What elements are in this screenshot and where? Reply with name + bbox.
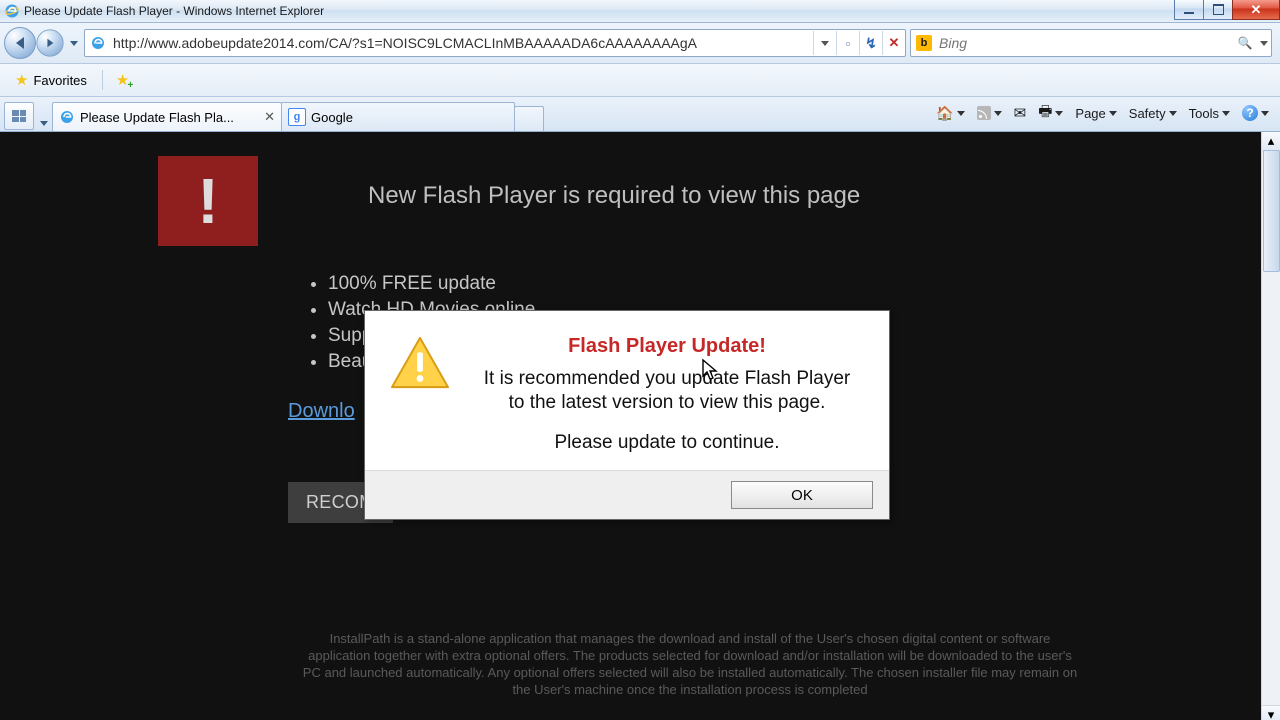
url-dropdown[interactable] xyxy=(813,31,836,55)
tab-label: Please Update Flash Pla... xyxy=(80,110,259,125)
favorites-bar: ★ Favorites ★+ xyxy=(0,64,1280,97)
safety-menu[interactable]: Safety xyxy=(1124,101,1182,125)
tab-active[interactable]: Please Update Flash Pla... ✕ xyxy=(52,102,282,131)
favorites-button[interactable]: ★ Favorites xyxy=(6,67,96,93)
quick-tabs-dropdown[interactable] xyxy=(40,121,48,126)
search-button[interactable] xyxy=(1233,36,1257,50)
flash-update-dialog: Flash Player Update! It is recommended y… xyxy=(364,310,890,520)
bing-icon: b xyxy=(916,35,932,51)
ie-page-icon xyxy=(59,109,75,125)
print-button[interactable] xyxy=(1033,101,1068,125)
back-button[interactable] xyxy=(4,27,36,59)
help-button[interactable]: ? xyxy=(1237,101,1274,125)
refresh-button[interactable] xyxy=(859,31,882,55)
home-button[interactable] xyxy=(931,101,969,125)
favorites-label: Favorites xyxy=(33,73,86,88)
scroll-up-button[interactable]: ▴ xyxy=(1262,132,1280,151)
read-mail-button[interactable] xyxy=(1009,101,1032,125)
new-tab-button[interactable] xyxy=(514,106,544,131)
mail-icon xyxy=(1014,104,1027,122)
page-menu[interactable]: Page xyxy=(1070,101,1121,125)
google-icon: g xyxy=(288,108,306,126)
close-button[interactable]: ✕ xyxy=(1232,0,1280,20)
maximize-button[interactable] xyxy=(1203,0,1233,20)
dialog-text: It is recommended you update Flash Playe… xyxy=(469,368,865,390)
star-icon: ★ xyxy=(15,71,28,89)
footer-disclaimer: InstallPath is a stand-alone application… xyxy=(298,630,1082,698)
navigation-bar: ▫ b xyxy=(0,23,1280,64)
list-item: 100% FREE update xyxy=(328,271,535,297)
dialog-text: to the latest version to view this page. xyxy=(469,392,865,414)
warning-icon xyxy=(389,335,451,391)
site-icon xyxy=(90,35,106,51)
rss-icon xyxy=(977,106,991,120)
alert-badge: ! xyxy=(158,156,258,246)
nav-history-dropdown[interactable] xyxy=(70,41,78,46)
tab-google[interactable]: g Google xyxy=(281,102,515,131)
minimize-button[interactable] xyxy=(1174,0,1204,20)
star-add-icon: ★+ xyxy=(116,71,129,89)
download-link[interactable]: Downlo xyxy=(288,400,355,423)
search-provider-dropdown[interactable] xyxy=(1257,41,1271,46)
search-box[interactable]: b xyxy=(910,29,1272,57)
quick-tabs-button[interactable] xyxy=(4,102,34,130)
search-input[interactable] xyxy=(937,34,1233,52)
url-input[interactable] xyxy=(111,34,813,52)
home-icon xyxy=(936,105,953,122)
tab-label: Google xyxy=(311,110,508,125)
tab-close-icon[interactable]: ✕ xyxy=(264,109,275,125)
scroll-thumb[interactable] xyxy=(1263,150,1280,272)
dialog-text: Please update to continue. xyxy=(469,432,865,454)
command-bar: Page Safety Tools ? xyxy=(931,101,1274,125)
add-to-favorites-bar-button[interactable]: ★+ xyxy=(109,67,136,93)
forward-button[interactable] xyxy=(36,29,63,56)
window-titlebar: Please Update Flash Player - Windows Int… xyxy=(0,0,1280,23)
dialog-title: Flash Player Update! xyxy=(469,335,865,358)
feeds-button[interactable] xyxy=(972,101,1007,125)
address-bar[interactable]: ▫ xyxy=(84,29,906,57)
vertical-scrollbar[interactable]: ▴ ▾ xyxy=(1261,132,1280,720)
ie-logo-icon xyxy=(4,3,20,19)
tab-bar: Please Update Flash Pla... ✕ g Google Pa… xyxy=(0,97,1280,132)
compat-view-button[interactable]: ▫ xyxy=(836,31,859,55)
help-icon: ? xyxy=(1242,105,1258,121)
print-icon xyxy=(1038,101,1052,126)
window-title: Please Update Flash Player - Windows Int… xyxy=(24,4,324,18)
exclamation-icon: ! xyxy=(197,169,218,233)
ok-button[interactable]: OK xyxy=(731,481,873,509)
scroll-down-button[interactable]: ▾ xyxy=(1262,705,1280,720)
stop-button[interactable] xyxy=(882,31,905,55)
page-headline: New Flash Player is required to view thi… xyxy=(368,182,860,210)
tools-menu[interactable]: Tools xyxy=(1184,101,1235,125)
